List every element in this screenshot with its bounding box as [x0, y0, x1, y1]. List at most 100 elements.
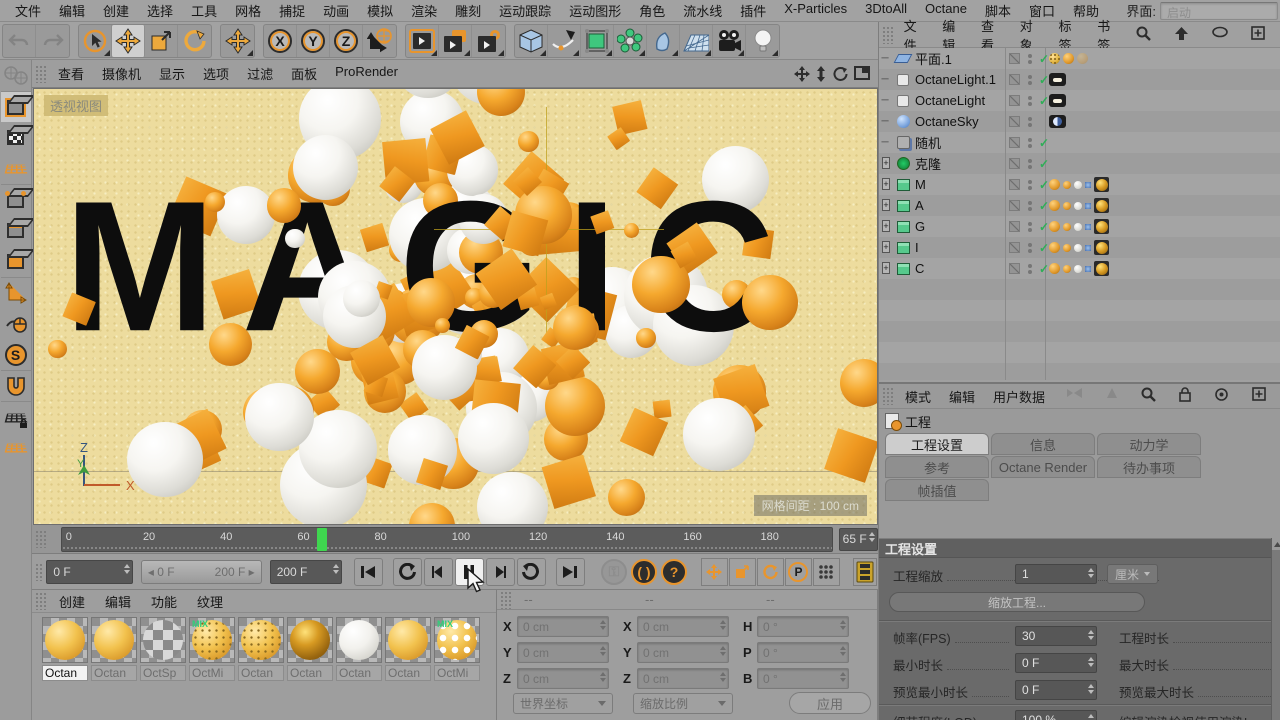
transport-grip[interactable] [35, 562, 45, 581]
motion-system-button[interactable] [852, 557, 877, 586]
menu-item-2[interactable]: 创建 [94, 0, 138, 22]
menu-item-1[interactable]: 编辑 [50, 0, 94, 22]
tab-参考[interactable]: 参考 [885, 456, 989, 478]
light-button[interactable] [746, 25, 779, 57]
material-item[interactable]: Octan [91, 617, 137, 681]
key-position-toggle[interactable] [700, 557, 728, 586]
am-prev-icon[interactable] [1058, 384, 1092, 408]
material-item[interactable]: Octan [42, 617, 88, 681]
undo-button[interactable] [3, 24, 36, 57]
apply-button[interactable]: 应用 [789, 692, 871, 714]
project-scale-field[interactable]: 1 [1015, 564, 1097, 584]
frame-start-field[interactable]: 0 F [46, 559, 133, 584]
material-thumbnail[interactable] [238, 617, 284, 663]
material-name[interactable]: Octan [42, 665, 88, 681]
visibility-dots-icon[interactable] [1028, 53, 1032, 64]
scale-x-field[interactable]: 0 cm [637, 616, 729, 637]
om-path-up-icon[interactable] [1165, 23, 1198, 47]
material-tag-icon[interactable] [1063, 201, 1071, 210]
viewport-menu-item-1[interactable]: 摄像机 [93, 61, 150, 86]
key-rotation-toggle[interactable] [756, 557, 784, 586]
subdivision-surface-button[interactable] [581, 24, 614, 57]
goto-start-button[interactable] [353, 557, 383, 586]
am-menu-item-2[interactable]: 用户数据 [984, 384, 1054, 409]
menu-item-7[interactable]: 动画 [314, 0, 358, 22]
layer-icon[interactable] [1009, 95, 1020, 106]
material-thumbnail[interactable] [336, 617, 382, 663]
attribute-scrollbar[interactable] [1271, 538, 1280, 720]
gold-material-icon[interactable] [1094, 177, 1109, 192]
material-tag-icon[interactable] [1049, 200, 1060, 211]
material-tag-icon[interactable] [1049, 263, 1060, 274]
tab-待办事项[interactable]: 待办事项 [1097, 456, 1201, 478]
material-thumbnail[interactable] [140, 617, 186, 663]
viewport-toggle-icon[interactable] [854, 65, 870, 82]
viewport-menu-item-2[interactable]: 显示 [150, 61, 194, 86]
menu-item-16[interactable]: X-Particles [775, 0, 856, 22]
play-forward-button[interactable] [516, 557, 546, 586]
key-parameter-toggle[interactable]: P [784, 557, 812, 586]
material-thumbnail[interactable]: MIX [189, 617, 235, 663]
expand-icon[interactable]: + [882, 241, 890, 253]
visibility-dots-icon[interactable] [1028, 116, 1032, 127]
object-row-0[interactable]: ─ 平面.1 ✓ [879, 48, 1280, 69]
record-disabled-icon[interactable]: ⚿ [600, 558, 627, 585]
settings-group-header[interactable]: 工程设置 [879, 538, 1280, 558]
frame-range-slider[interactable]: ◂ 0 F 200 F ▸ [140, 559, 262, 584]
key-scale-toggle[interactable] [728, 557, 756, 586]
panel-grip[interactable] [35, 64, 47, 83]
mograph-cloner-button[interactable] [614, 24, 647, 57]
rotation-h-field[interactable]: 0 ° [757, 616, 849, 637]
visibility-dots-icon[interactable] [1028, 179, 1032, 190]
workplane-mode-button[interactable] [1, 153, 31, 184]
material-tag-icon[interactable] [1049, 179, 1060, 190]
am-target-icon[interactable] [1205, 384, 1238, 408]
material-name[interactable]: OctMi [189, 665, 235, 681]
visibility-dots-icon[interactable] [1028, 221, 1032, 232]
expand-icon[interactable]: + [882, 178, 890, 190]
enabled-check-icon[interactable]: ✓ [1039, 157, 1051, 171]
polygons-mode-button[interactable] [1, 246, 31, 277]
viewport-zoom-icon[interactable] [816, 65, 826, 82]
material-item[interactable]: Octan [238, 617, 284, 681]
am-lock-icon[interactable] [1170, 384, 1200, 408]
render-view-button[interactable] [406, 24, 439, 57]
live-selection-button[interactable] [79, 24, 112, 57]
keying-help-button[interactable]: ? [660, 558, 687, 585]
viewport-canvas[interactable]: MAGIC 透视视图 网格间距 : 100 cm Z Y X [33, 88, 878, 525]
menu-item-5[interactable]: 网格 [226, 0, 270, 22]
preview-min-field[interactable]: 0 F [1015, 680, 1097, 700]
menu-item-3[interactable]: 选择 [138, 0, 182, 22]
render-to-picture-viewer-button[interactable] [439, 24, 472, 57]
light-tag-icon[interactable] [1049, 73, 1066, 86]
layer-icon[interactable] [1009, 53, 1020, 64]
menu-item-8[interactable]: 模拟 [358, 0, 402, 22]
menu-item-11[interactable]: 运动跟踪 [490, 0, 560, 22]
camera-button[interactable] [713, 24, 746, 57]
menu-item-6[interactable]: 捕捉 [270, 0, 314, 22]
position-y-field[interactable]: 0 cm [517, 642, 609, 663]
material-menu-item-3[interactable]: 纹理 [187, 590, 233, 613]
material-tag-icon[interactable] [1049, 221, 1060, 232]
viewport-menu-item-5[interactable]: 面板 [282, 61, 326, 86]
material-tag-icon[interactable] [1063, 222, 1071, 231]
tab-帧插值[interactable]: 帧插值 [885, 479, 989, 501]
enabled-check-icon[interactable]: ✓ [1039, 136, 1051, 150]
material-item[interactable]: Octan [385, 617, 431, 681]
material-item[interactable]: Octan [287, 617, 333, 681]
position-x-field[interactable]: 0 cm [517, 616, 609, 637]
object-name[interactable]: I [915, 240, 919, 255]
viewport-rotate-icon[interactable] [832, 66, 848, 82]
material-grip[interactable] [35, 592, 47, 610]
workplane-grid-button[interactable] [1, 432, 31, 463]
om-search-icon[interactable] [1127, 23, 1160, 47]
fps-field[interactable]: 30 [1015, 626, 1097, 646]
material-menu-item-0[interactable]: 创建 [49, 590, 95, 613]
octane-tag-icon[interactable] [1085, 223, 1091, 230]
am-next-icon[interactable] [1097, 384, 1127, 408]
current-frame-field[interactable]: 65 F [838, 527, 878, 551]
position-z-field[interactable]: 0 cm [517, 668, 609, 689]
am-menu-item-0[interactable]: 模式 [896, 384, 940, 409]
material-item[interactable]: OctSp [140, 617, 186, 681]
menu-item-14[interactable]: 流水线 [674, 0, 731, 22]
